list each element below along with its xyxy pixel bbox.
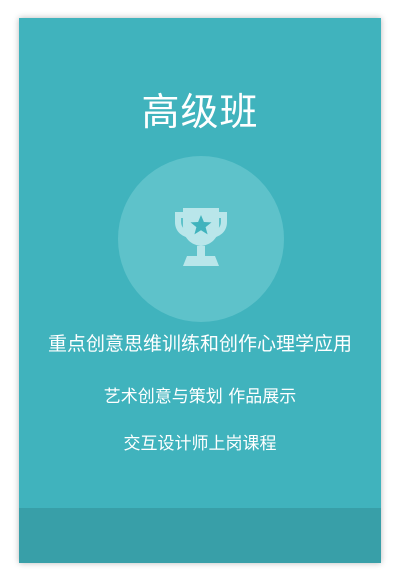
course-feature-3: 交互设计师上岗课程 bbox=[123, 434, 277, 454]
course-card[interactable]: 高级班 重点创意思维训练和创作心理学应用 艺术创意与策划 作品展示 交互设计师上… bbox=[19, 18, 381, 563]
course-feature-1: 重点创意思维训练和创作心理学应用 bbox=[47, 333, 352, 355]
trophy-star-icon bbox=[175, 208, 227, 266]
icon-circle bbox=[118, 156, 284, 322]
course-feature-2: 艺术创意与策划 作品展示 bbox=[103, 387, 297, 407]
card-footer-band bbox=[19, 508, 381, 563]
course-title: 高级班 bbox=[141, 90, 259, 134]
